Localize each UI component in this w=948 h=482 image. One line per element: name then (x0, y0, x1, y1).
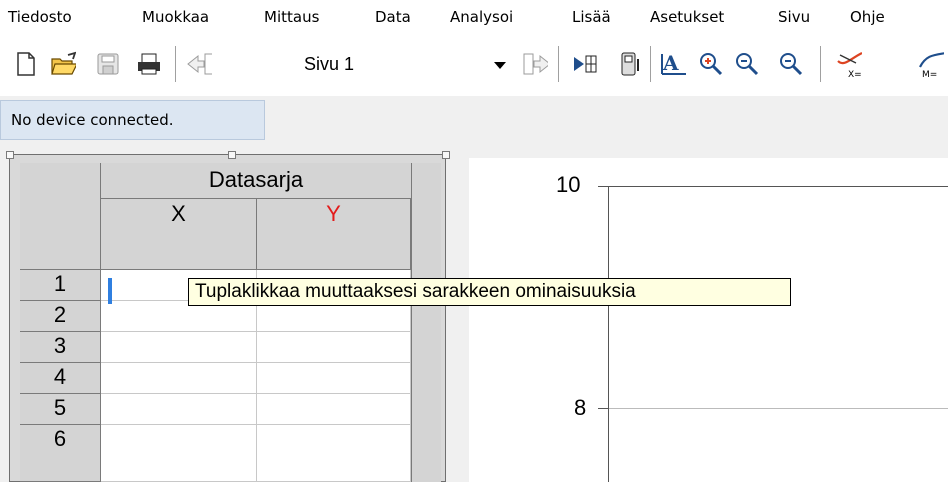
previous-page-icon[interactable] (186, 50, 212, 78)
toolbar-separator (558, 46, 559, 82)
table-cell[interactable] (257, 394, 411, 425)
row-number[interactable]: 3 (20, 332, 101, 363)
y-tick-label: 10 (556, 172, 581, 197)
device-status-text: No device connected. (11, 111, 174, 129)
menu-ohje[interactable]: Ohje (850, 8, 885, 26)
column-label-x: X (171, 201, 186, 226)
menu-bar: Tiedosto Muokkaa Mittaus Data Analysoi L… (0, 0, 948, 34)
page-select[interactable]: Sivu 1 (296, 46, 516, 84)
menu-tiedosto[interactable]: Tiedosto (8, 8, 72, 26)
toolbar-separator (820, 46, 821, 82)
gridline (609, 408, 948, 409)
print-icon[interactable] (136, 50, 162, 78)
next-page-icon[interactable] (522, 50, 548, 78)
tangent-icon[interactable]: X= (836, 50, 862, 79)
resize-handle[interactable] (442, 151, 450, 159)
empty-column[interactable] (411, 163, 441, 482)
zoom-in-icon[interactable] (698, 50, 724, 78)
table-cell[interactable] (101, 363, 257, 394)
page-select-value: Sivu 1 (304, 54, 355, 74)
autoscale-icon[interactable]: A (660, 50, 686, 78)
menu-sivu[interactable]: Sivu (778, 8, 810, 26)
play-forward-icon[interactable] (571, 50, 597, 78)
svg-text:A: A (662, 51, 679, 75)
y-tick (598, 186, 608, 187)
table-cell[interactable] (257, 425, 411, 482)
table-cell[interactable] (101, 332, 257, 363)
row-number[interactable]: 6 (20, 425, 101, 482)
chevron-down-icon[interactable] (494, 62, 506, 69)
row-number[interactable]: 5 (20, 394, 101, 425)
tooltip-text: Tuplaklikkaa muuttaaksesi sarakkeen omin… (195, 281, 636, 302)
save-icon[interactable] (95, 50, 121, 78)
resize-handle[interactable] (228, 151, 236, 159)
y-tick-label: 8 (574, 395, 587, 420)
zoom-out-alt-icon[interactable] (778, 50, 804, 78)
resize-handle[interactable] (6, 151, 14, 159)
zoom-out-icon[interactable] (734, 50, 760, 78)
table-cell[interactable] (101, 394, 257, 425)
dataset-header[interactable]: Datasarja (101, 163, 411, 199)
device-icon[interactable] (617, 50, 643, 78)
tooltip: Tuplaklikkaa muuttaaksesi sarakkeen omin… (188, 278, 791, 306)
table-cell[interactable] (257, 363, 411, 394)
table-cell[interactable] (101, 425, 257, 482)
menu-mittaus[interactable]: Mittaus (264, 8, 319, 26)
cell-cursor (108, 278, 112, 304)
menu-data[interactable]: Data (375, 8, 411, 26)
column-label-y: Y (326, 201, 341, 226)
row-number[interactable]: 2 (20, 301, 101, 332)
menu-asetukset[interactable]: Asetukset (650, 8, 724, 26)
table-corner-header (20, 163, 101, 270)
column-header-x[interactable]: X (101, 199, 257, 270)
model-icon[interactable]: M= (918, 50, 944, 79)
menu-lisaa[interactable]: Lisää (572, 8, 611, 26)
row-number[interactable]: 4 (20, 363, 101, 394)
toolbar-separator (650, 46, 651, 82)
menu-muokkaa[interactable]: Muokkaa (142, 8, 209, 26)
row-number[interactable]: 1 (20, 270, 101, 301)
open-folder-icon[interactable] (50, 50, 76, 78)
model-label: M= (922, 70, 937, 79)
device-status: No device connected. (0, 100, 265, 140)
table-cell[interactable] (257, 332, 411, 363)
menu-analysoi[interactable]: Analysoi (450, 8, 513, 26)
dataset-title: Datasarja (208, 167, 304, 192)
plot-area[interactable] (608, 186, 948, 482)
new-file-icon[interactable] (12, 50, 38, 78)
column-header-y[interactable]: Y (257, 199, 411, 270)
y-tick (598, 408, 608, 409)
toolbar-separator (175, 46, 176, 82)
tangent-label: X= (848, 70, 862, 79)
